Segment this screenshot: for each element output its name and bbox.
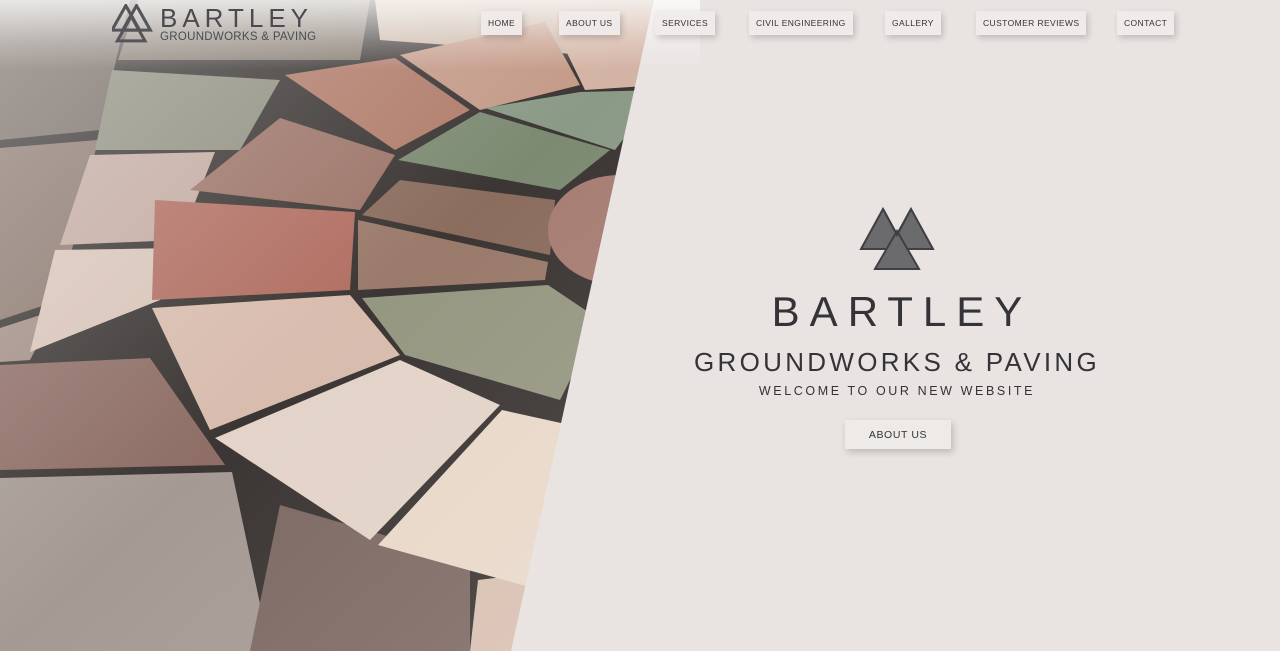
nav-services[interactable]: SERVICES xyxy=(655,11,716,35)
triangle-knot-logo-icon xyxy=(859,206,935,270)
main-navigation: HOME ABOUT US SERVICES CIVIL ENGINEERING… xyxy=(0,11,1280,35)
hero-title: BARTLEY xyxy=(771,288,1033,335)
nav-contact[interactable]: CONTACT xyxy=(1117,11,1175,35)
nav-gallery[interactable]: GALLERY xyxy=(885,11,941,35)
nav-home[interactable]: HOME xyxy=(481,11,523,35)
nav-customer-reviews[interactable]: CUSTOMER REVIEWS xyxy=(976,11,1087,35)
hero-welcome-text: WELCOME TO OUR NEW WEBSITE xyxy=(758,384,1036,398)
hero-content: BARTLEY GROUNDWORKS & PAVING WELCOME TO … xyxy=(680,200,1114,398)
hero-subtitle: GROUNDWORKS & PAVING xyxy=(694,347,1100,377)
nav-about-us[interactable]: ABOUT US xyxy=(559,11,620,35)
about-us-button[interactable]: ABOUT US xyxy=(845,420,951,449)
nav-civil-engineering[interactable]: CIVIL ENGINEERING xyxy=(749,11,853,35)
